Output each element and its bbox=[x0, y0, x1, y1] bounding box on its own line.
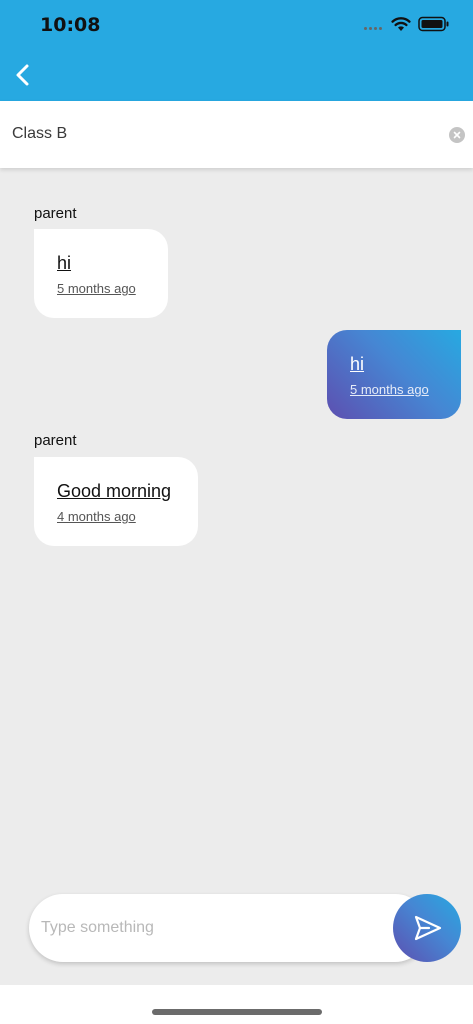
back-button[interactable] bbox=[10, 60, 36, 90]
send-button[interactable] bbox=[393, 894, 461, 962]
message-timestamp: 5 months ago bbox=[350, 382, 429, 397]
message-sender: parent bbox=[34, 432, 77, 449]
message-sender: parent bbox=[34, 205, 77, 222]
message-bubble-incoming[interactable]: Good morning 4 months ago bbox=[34, 457, 198, 546]
app-header: 10:08 bbox=[0, 0, 473, 101]
home-indicator[interactable] bbox=[152, 1009, 322, 1015]
battery-icon bbox=[418, 16, 449, 32]
message-text: hi bbox=[350, 354, 365, 374]
message-timestamp: 4 months ago bbox=[57, 509, 136, 524]
message-bubble-incoming[interactable]: hi 5 months ago bbox=[34, 229, 168, 318]
clear-circle-icon[interactable] bbox=[449, 127, 465, 143]
message-input[interactable] bbox=[29, 894, 429, 962]
message-text: hi bbox=[57, 253, 72, 273]
status-time: 10:08 bbox=[40, 14, 101, 36]
wifi-icon bbox=[391, 17, 411, 31]
bottom-safe-area bbox=[0, 985, 473, 1024]
conversation-title: Class B bbox=[12, 125, 68, 142]
send-icon bbox=[414, 915, 442, 941]
message-timestamp: 5 months ago bbox=[57, 281, 136, 296]
conversation-title-bar: Class B bbox=[0, 101, 473, 168]
message-bubble-outgoing[interactable]: hi 5 months ago bbox=[327, 330, 461, 419]
message-text: Good morning bbox=[57, 481, 172, 501]
signal-dots-icon bbox=[364, 27, 384, 31]
